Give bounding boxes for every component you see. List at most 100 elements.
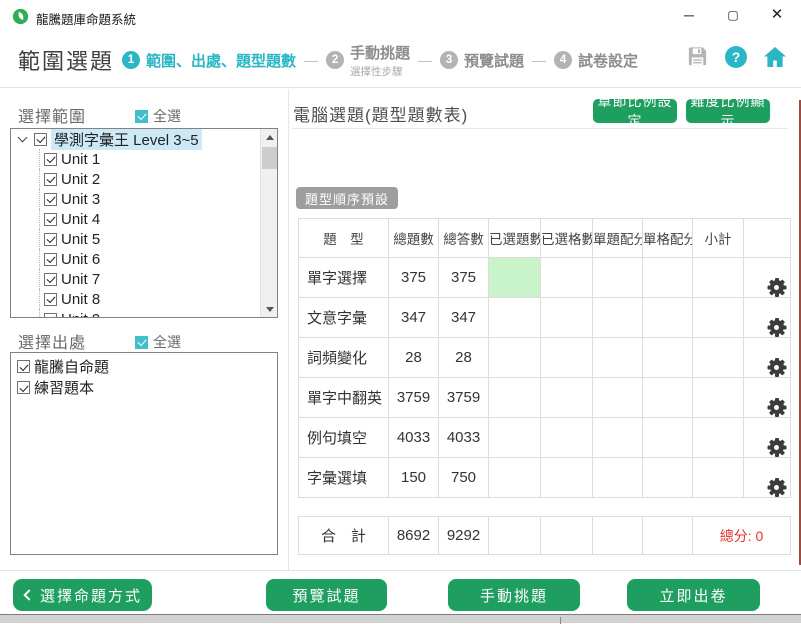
- unit-checkbox[interactable]: [44, 293, 57, 306]
- points-per-question-cell[interactable]: [593, 458, 643, 498]
- tree-root-label[interactable]: 學測字彙王 Level 3~5: [51, 129, 202, 150]
- scrollbar-thumb[interactable]: [262, 147, 277, 169]
- save-icon[interactable]: [686, 45, 709, 68]
- selected-questions-cell[interactable]: [489, 338, 541, 378]
- tree-root-checkbox[interactable]: [34, 133, 47, 146]
- source-select-all[interactable]: 全選: [135, 332, 181, 352]
- tree-root-row[interactable]: 學測字彙王 Level 3~5: [11, 129, 260, 149]
- selected-questions-cell[interactable]: [489, 418, 541, 458]
- totals-empty-cell: [541, 517, 593, 555]
- unit-label[interactable]: Unit 1: [61, 151, 100, 168]
- unit-label[interactable]: Unit 8: [61, 291, 100, 308]
- unit-checkbox[interactable]: [44, 213, 57, 226]
- table-row: 單字選擇 375 375: [299, 258, 791, 298]
- points-per-blank-cell[interactable]: [643, 258, 693, 298]
- back-button-label: 選擇命題方式: [40, 585, 142, 606]
- chevron-down-icon[interactable]: [18, 133, 28, 143]
- tree-unit-row[interactable]: Unit 2: [11, 169, 260, 189]
- source-item[interactable]: 練習題本: [13, 377, 275, 398]
- source-item[interactable]: 龍騰自命題: [13, 356, 275, 377]
- table-row: 字彙選填 150 750: [299, 458, 791, 498]
- subtotal-cell: [693, 418, 744, 458]
- unit-label[interactable]: Unit 4: [61, 211, 100, 228]
- tree-unit-row[interactable]: Unit 7: [11, 269, 260, 289]
- selected-questions-cell[interactable]: [489, 378, 541, 418]
- maximize-button[interactable]: ▢: [711, 0, 755, 32]
- unit-checkbox[interactable]: [44, 253, 57, 266]
- total-answers: 28: [439, 338, 489, 378]
- step-dash: —: [418, 52, 432, 68]
- source-label[interactable]: 龍騰自命題: [34, 356, 109, 377]
- selected-blanks-cell[interactable]: [541, 418, 593, 458]
- home-icon[interactable]: [763, 46, 787, 68]
- source-label[interactable]: 練習題本: [34, 377, 94, 398]
- subtotal-cell: [693, 458, 744, 498]
- source-select-all-label: 全選: [153, 332, 181, 352]
- total-questions: 28: [389, 338, 439, 378]
- generate-exam-button[interactable]: 立即出卷: [627, 579, 760, 611]
- step-2-subtitle: 選擇性步驟: [350, 64, 410, 79]
- scroll-up-icon[interactable]: [261, 129, 278, 145]
- col-total-questions: 總題數: [389, 219, 439, 258]
- points-per-question-cell[interactable]: [593, 338, 643, 378]
- chapter-ratio-button[interactable]: 章節比例設定: [593, 99, 677, 123]
- tree-scrollbar[interactable]: [260, 129, 277, 317]
- source-select-all-checkbox[interactable]: [135, 336, 148, 349]
- tree-unit-row[interactable]: Unit 6: [11, 249, 260, 269]
- points-per-blank-cell[interactable]: [643, 418, 693, 458]
- range-select-all[interactable]: 全選: [135, 106, 181, 126]
- selected-questions-cell[interactable]: [489, 298, 541, 338]
- points-per-blank-cell[interactable]: [643, 458, 693, 498]
- preview-questions-button[interactable]: 預覽試題: [266, 579, 387, 611]
- unit-checkbox[interactable]: [44, 153, 57, 166]
- selected-blanks-cell[interactable]: [541, 338, 593, 378]
- range-section-title: 選擇範圍: [18, 103, 86, 127]
- unit-checkbox[interactable]: [44, 313, 57, 318]
- selected-blanks-cell[interactable]: [541, 458, 593, 498]
- tree-unit-row[interactable]: Unit 8: [11, 289, 260, 309]
- scroll-down-icon[interactable]: [261, 301, 278, 317]
- unit-label[interactable]: Unit 7: [61, 271, 100, 288]
- total-score: 總分: 0: [693, 517, 791, 555]
- unit-label[interactable]: Unit 9: [61, 311, 100, 318]
- tree-unit-row[interactable]: Unit 9: [11, 309, 260, 317]
- points-per-blank-cell[interactable]: [643, 298, 693, 338]
- minimize-button[interactable]: ─: [667, 0, 711, 32]
- points-per-blank-cell[interactable]: [643, 338, 693, 378]
- totals-empty-cell: [489, 517, 541, 555]
- points-per-question-cell[interactable]: [593, 298, 643, 338]
- total-answers: 4033: [439, 418, 489, 458]
- unit-checkbox[interactable]: [44, 273, 57, 286]
- question-order-tag[interactable]: 題型順序預設: [296, 187, 398, 209]
- total-answers: 347: [439, 298, 489, 338]
- points-per-question-cell[interactable]: [593, 378, 643, 418]
- source-checkbox[interactable]: [17, 360, 30, 373]
- tree-unit-row[interactable]: Unit 3: [11, 189, 260, 209]
- points-per-blank-cell[interactable]: [643, 378, 693, 418]
- selected-questions-cell[interactable]: [489, 458, 541, 498]
- unit-label[interactable]: Unit 2: [61, 171, 100, 188]
- points-per-question-cell[interactable]: [593, 418, 643, 458]
- back-to-method-button[interactable]: 選擇命題方式: [13, 579, 152, 611]
- unit-label[interactable]: Unit 5: [61, 231, 100, 248]
- selected-blanks-cell[interactable]: [541, 298, 593, 338]
- tree-unit-row[interactable]: Unit 5: [11, 229, 260, 249]
- manual-pick-button[interactable]: 手動挑題: [448, 579, 580, 611]
- close-button[interactable]: ✕: [755, 0, 799, 32]
- unit-label[interactable]: Unit 6: [61, 251, 100, 268]
- selected-blanks-cell[interactable]: [541, 378, 593, 418]
- help-icon[interactable]: ?: [725, 46, 747, 68]
- range-select-all-checkbox[interactable]: [135, 110, 148, 123]
- tree-unit-row[interactable]: Unit 1: [11, 149, 260, 169]
- unit-checkbox[interactable]: [44, 193, 57, 206]
- total-questions: 3759: [389, 378, 439, 418]
- unit-checkbox[interactable]: [44, 233, 57, 246]
- tree-unit-row[interactable]: Unit 4: [11, 209, 260, 229]
- unit-checkbox[interactable]: [44, 173, 57, 186]
- source-checkbox[interactable]: [17, 381, 30, 394]
- unit-label[interactable]: Unit 3: [61, 191, 100, 208]
- selected-questions-cell[interactable]: [489, 258, 541, 298]
- difficulty-ratio-button[interactable]: 難度比例顯示: [686, 99, 770, 123]
- selected-blanks-cell[interactable]: [541, 258, 593, 298]
- points-per-question-cell[interactable]: [593, 258, 643, 298]
